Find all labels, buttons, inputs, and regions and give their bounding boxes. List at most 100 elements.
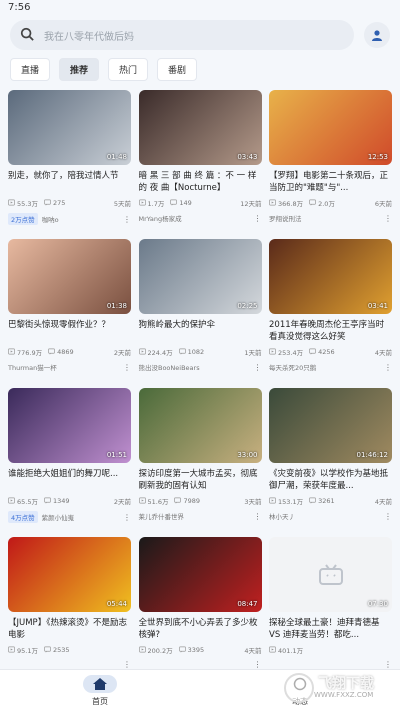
more-options-icon[interactable]: ⋮: [254, 512, 262, 521]
video-card[interactable]: 02:25 狗熊岭最大的保护伞 224.4万 1082 1天前 熊出没BooNeiBear…: [138, 239, 262, 380]
view-count: 366.8万: [269, 198, 303, 208]
author-row: 4万点赞 紫颜小仙嵬 ⋮: [8, 511, 131, 523]
video-title[interactable]: 谁能拒绝大姐姐们的舞刀呢...: [8, 468, 131, 492]
author-name[interactable]: 咖呐o: [42, 214, 59, 224]
view-count: 153.1万: [269, 496, 303, 506]
video-title[interactable]: 【JUMP】《热辣滚烫》不是励志电影: [8, 617, 131, 641]
video-meta: 401.1万: [269, 645, 392, 655]
more-options-icon[interactable]: ⋮: [384, 363, 392, 372]
video-thumbnail[interactable]: 03:41: [269, 239, 392, 314]
video-card[interactable]: 01:46:12 《灾变前夜》以学校作为基地抵御尸潮，荣获年度最... 153.1万…: [269, 388, 392, 529]
video-card[interactable]: 12:53 【罗翔】电影第二十条观后，正当防卫的"难题"与"... 366.8万 2.…: [269, 90, 392, 231]
author-name[interactable]: 每天杀死20只鹅: [269, 362, 316, 372]
more-options-icon[interactable]: ⋮: [123, 660, 131, 669]
tab-live[interactable]: 直播: [10, 58, 51, 81]
comment-count-text: 3395: [187, 646, 205, 654]
author-name[interactable]: 林小天丿: [269, 511, 295, 521]
more-options-icon[interactable]: ⋮: [123, 513, 131, 522]
video-title[interactable]: 暗 黑 三 部 曲 终 篇 ：不 一 样 的 夜 曲【Nocturne】: [139, 170, 262, 194]
comment-count-text: 1082: [187, 348, 205, 356]
author-row: 莱儿乔什番世界 ⋮: [139, 511, 262, 522]
video-thumbnail[interactable]: 05:44: [8, 537, 131, 612]
nav-home[interactable]: 首页: [0, 670, 200, 711]
video-card[interactable]: 01:51 谁能拒绝大姐姐们的舞刀呢... 65.5万 1349 2天前 4万点赞 紫颜小仙…: [8, 388, 131, 529]
author-row: 每天杀死20只鹅 ⋮: [269, 362, 392, 373]
video-card[interactable]: 05:44 【JUMP】《热辣滚烫》不是励志电影 95.1万 2535 ⋮: [8, 537, 131, 678]
video-title[interactable]: 【罗翔】电影第二十条观后，正当防卫的"难题"与"...: [269, 170, 392, 194]
video-thumbnail[interactable]: 33:00: [138, 388, 262, 463]
play-count-icon: [8, 348, 17, 357]
comment-count: 275: [44, 199, 65, 208]
status-time: 7:56: [8, 2, 31, 13]
video-meta: 55.3万 275 5天前: [8, 198, 131, 208]
comment-count-text: 149: [179, 199, 192, 207]
more-options-icon[interactable]: ⋮: [384, 660, 392, 669]
search-bar[interactable]: 我在八零年代做后妈: [10, 20, 354, 50]
video-duration: 07:30: [367, 600, 388, 608]
video-title[interactable]: 《灾变前夜》以学校作为基地抵御尸潮，荣获年度最...: [269, 468, 392, 492]
tab-hot[interactable]: 热门: [108, 58, 149, 81]
video-thumbnail[interactable]: 08:47: [138, 537, 262, 612]
author-name[interactable]: 莱儿乔什番世界: [139, 511, 185, 521]
video-thumbnail[interactable]: 01:38: [8, 239, 131, 314]
tab-bangumi[interactable]: 番剧: [157, 58, 198, 81]
video-thumbnail[interactable]: 12:53: [269, 90, 392, 165]
more-options-icon[interactable]: ⋮: [254, 214, 262, 223]
video-card[interactable]: 03:43 暗 黑 三 部 曲 终 篇 ：不 一 样 的 夜 曲【Nocturne…: [138, 90, 262, 231]
more-options-icon[interactable]: ⋮: [123, 363, 131, 372]
more-options-icon[interactable]: ⋮: [384, 214, 392, 223]
video-title[interactable]: 2011年春晚周杰伦王亭序当时看真没觉得这么好笑: [269, 319, 392, 343]
author-name[interactable]: MrYang杨家成: [139, 213, 182, 223]
video-card[interactable]: 33:00 探访印度第一大城市孟买，彻底刷新我的固有认知 51.6万 7989 3天前莱…: [138, 388, 262, 529]
video-duration: 01:46:12: [356, 451, 388, 459]
publish-time: 3天前: [244, 498, 262, 506]
video-duration: 01:38: [106, 302, 127, 310]
author-row: ⋮: [139, 660, 262, 669]
video-thumbnail[interactable]: 03:43: [138, 90, 262, 165]
video-card[interactable]: 03:41 2011年春晚周杰伦王亭序当时看真没觉得这么好笑 253.4万 4256 4…: [269, 239, 392, 380]
video-card[interactable]: 01:48 别走，就你了，陪我过情人节 55.3万 275 5天前 2万点赞 咖呐o ⋮: [8, 90, 131, 231]
comment-icon: [174, 497, 183, 506]
comment-count: 4869: [48, 348, 74, 357]
author-name[interactable]: 罗翔说刑法: [269, 213, 302, 223]
author-name[interactable]: Thurman猫一杯: [8, 362, 57, 372]
more-options-icon[interactable]: ⋮: [123, 215, 131, 224]
category-tabs: 直播 推荐 热门 番剧: [10, 58, 198, 81]
video-thumbnail[interactable]: 01:48: [8, 90, 131, 165]
video-thumbnail[interactable]: 07:30: [269, 537, 392, 612]
video-meta: 153.1万 3261 4天前: [269, 496, 392, 506]
video-card[interactable]: 07:30 探秘全球最土豪！迪拜青德基 VS 迪拜麦当劳！都吃... 401.1万 ⋮: [269, 537, 392, 678]
avatar-button[interactable]: [364, 22, 390, 48]
video-thumbnail[interactable]: 01:46:12: [269, 388, 392, 463]
video-thumbnail[interactable]: 02:25: [138, 239, 262, 314]
video-title[interactable]: 探秘全球最土豪！迪拜青德基 VS 迪拜麦当劳！都吃...: [269, 617, 392, 641]
comment-count-text: 4256: [318, 348, 335, 356]
author-name[interactable]: 紫颜小仙嵬: [42, 512, 75, 522]
tab-recommend[interactable]: 推荐: [59, 58, 100, 81]
video-meta: 1.7万 149 12天前: [138, 198, 262, 208]
video-card[interactable]: 01:38 巴黎街头惊现零假作业？？ 776.9万 4869 2天前 Thurman猫一杯…: [8, 239, 131, 380]
play-count-icon: [138, 646, 148, 655]
comment-icon: [44, 646, 53, 655]
view-count-text: 200.2万: [147, 647, 173, 655]
comment-count-text: 275: [52, 199, 66, 207]
comment-icon: [309, 497, 318, 506]
play-count-icon: [138, 497, 148, 506]
video-title[interactable]: 巴黎街头惊现零假作业？？: [8, 319, 131, 343]
play-count-icon: [138, 348, 148, 357]
video-title[interactable]: 探访印度第一大城市孟买，彻底刷新我的固有认知: [139, 468, 262, 492]
author-name[interactable]: 熊出没BooNeiBears: [139, 362, 200, 372]
more-options-icon[interactable]: ⋮: [384, 512, 392, 521]
video-card[interactable]: 08:47 全世界到底不小心弄丢了多少枚核弹? 200.2万 3395 4天前 ⋮: [138, 537, 262, 678]
video-title[interactable]: 狗熊岭最大的保护伞: [139, 319, 262, 343]
video-title[interactable]: 别走，就你了，陪我过情人节: [8, 170, 131, 194]
view-count: 65.5万: [8, 496, 38, 506]
video-title[interactable]: 全世界到底不小心弄丢了多少枚核弹?: [139, 617, 262, 641]
more-options-icon[interactable]: ⋮: [254, 363, 262, 372]
video-thumbnail[interactable]: 01:51: [8, 388, 131, 463]
more-options-icon[interactable]: ⋮: [254, 660, 262, 669]
video-duration: 33:00: [237, 451, 258, 459]
view-count-text: 366.8万: [278, 200, 304, 208]
view-count: 51.6万: [138, 496, 168, 506]
watermark-circle-icon: [284, 673, 314, 703]
